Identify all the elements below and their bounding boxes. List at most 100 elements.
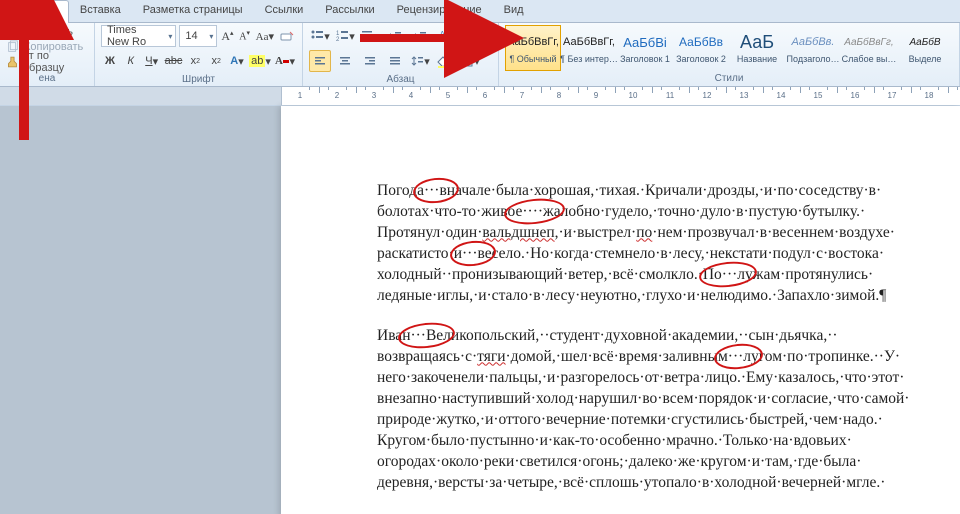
style-name: Подзаголо… [787, 54, 840, 66]
svg-text:Z: Z [440, 37, 445, 43]
group-styles-label: Стили [505, 73, 953, 85]
style-sample: АаБбВі [623, 30, 667, 54]
show-marks-button[interactable]: ¶ [459, 25, 481, 47]
ruler-number: 7 [520, 91, 524, 100]
svg-text:1: 1 [336, 31, 340, 37]
style-sample: АаБбВв. [792, 30, 835, 54]
text: Погод [377, 182, 417, 199]
style-item-0[interactable]: АаБбВвГг,¶ Обычный [505, 25, 561, 71]
tab-layout[interactable]: Разметка страницы [132, 0, 254, 22]
superscript-button[interactable]: x2 [207, 50, 225, 72]
sort-button[interactable]: AZ [434, 25, 456, 47]
tab-home[interactable]: Главная [5, 0, 69, 23]
pilcrow-icon: ¶ [467, 28, 473, 44]
text: ,·и·выстрел· [555, 224, 637, 241]
indent-right-icon [413, 29, 427, 43]
indent-left-icon [388, 29, 402, 43]
text-effects-button[interactable]: A▾ [228, 50, 246, 72]
style-name: Заголовок 1 [620, 54, 670, 66]
cut-label: Вырезать [24, 26, 73, 38]
indent-dec-button[interactable] [384, 25, 406, 47]
tab-view[interactable]: Вид [493, 0, 535, 22]
tab-refs[interactable]: Ссылки [254, 0, 315, 22]
highlight-button[interactable]: ab▾ [249, 50, 271, 72]
font-color-button[interactable]: A▾ [274, 50, 296, 72]
font-size-dropdown[interactable]: 14 [179, 25, 217, 47]
ruler-number: 3 [372, 91, 376, 100]
underline-button[interactable]: Ч▾ [143, 50, 161, 72]
style-item-1[interactable]: АаБбВвГг,¶ Без интер… [561, 25, 617, 71]
ruler-number: 11 [666, 91, 674, 100]
bullets-button[interactable]: ▾ [309, 25, 331, 47]
group-clipboard: Вырезать Копировать ат по образцу ена [0, 23, 95, 86]
format-painter-button[interactable]: ат по образцу [6, 55, 88, 69]
style-item-3[interactable]: АаБбВвЗаголовок 2 [673, 25, 729, 71]
line-spacing-button[interactable]: ▾ [409, 50, 431, 72]
tab-review[interactable]: Рецензирование [386, 0, 493, 22]
style-name: Слабое вы… [842, 54, 897, 66]
group-clipboard-label: ена [6, 73, 88, 85]
font-name-value: Times New Ro [107, 24, 161, 48]
marked-span: м···лу [718, 346, 759, 367]
bucket-icon [435, 54, 449, 68]
align-justify-button[interactable] [384, 50, 406, 72]
strike-button[interactable]: abc [164, 50, 184, 72]
eraser-icon [279, 28, 295, 44]
indent-inc-button[interactable] [409, 25, 431, 47]
style-item-2[interactable]: АаБбВіЗаголовок 1 [617, 25, 673, 71]
shrink-font-button[interactable]: A▾ [238, 25, 252, 47]
ruler-number: 16 [851, 91, 860, 100]
ruler-number: 5 [446, 91, 450, 100]
style-name: ¶ Без интер… [560, 54, 618, 66]
style-name: Заголовок 2 [676, 54, 726, 66]
clear-format-button[interactable] [278, 25, 296, 47]
multilevel-button[interactable]: ▾ [359, 25, 381, 47]
marked-span: и···ве [454, 243, 492, 264]
borders-icon [460, 54, 474, 68]
italic-button[interactable]: К [122, 50, 140, 72]
ruler-horizontal[interactable]: 123456789101112131415161718 [281, 87, 960, 105]
numbering-button[interactable]: 12▾ [334, 25, 356, 47]
ruler-number: 2 [335, 91, 339, 100]
ruler-number: 17 [888, 91, 897, 100]
ruler-number: 15 [814, 91, 823, 100]
style-item-6[interactable]: АаБбВвГг,Слабое вы… [841, 25, 897, 71]
subscript-button[interactable]: x2 [186, 50, 204, 72]
font-name-dropdown[interactable]: Times New Ro [101, 25, 176, 47]
grow-font-button[interactable]: A▴ [220, 25, 234, 47]
ruler[interactable]: 123456789101112131415161718 [0, 87, 960, 106]
align-right-button[interactable] [359, 50, 381, 72]
align-center-button[interactable] [334, 50, 356, 72]
group-font: Times New Ro 14 A▴ A▾ Aa▾ Ж К Ч▾ abc x2 … [95, 23, 303, 86]
style-sample: АаБбВ [909, 30, 940, 54]
wavy-span: тяги [477, 348, 505, 365]
paragraph-2[interactable]: Иван···Великопольский,··студент·духовной… [377, 325, 920, 493]
wavy-span: по [636, 224, 652, 241]
bold-button[interactable]: Ж [101, 50, 119, 72]
style-item-5[interactable]: АаБбВв.Подзаголо… [785, 25, 841, 71]
borders-button[interactable]: ▾ [459, 50, 481, 72]
workspace-gutter [0, 106, 281, 514]
bullets-icon [310, 29, 324, 43]
align-left-button[interactable] [309, 50, 331, 72]
cut-button[interactable]: Вырезать [6, 25, 73, 39]
format-painter-label: ат по образцу [23, 50, 88, 74]
shading-button[interactable]: ▾ [434, 50, 456, 72]
ruler-number: 4 [409, 91, 413, 100]
group-paragraph: ▾ 12▾ ▾ AZ ¶ ▾ ▾ ▾ Абзац [303, 23, 499, 86]
style-item-7[interactable]: АаБбВВыделе [897, 25, 953, 71]
align-justify-icon [388, 54, 402, 68]
style-sample: АаБбВвГг, [844, 30, 893, 54]
copy-icon [6, 40, 20, 54]
change-case-button[interactable]: Aa▾ [255, 25, 275, 47]
tab-insert[interactable]: Вставка [69, 0, 132, 22]
svg-text:2: 2 [336, 37, 340, 43]
ruler-number: 12 [703, 91, 712, 100]
marked-span: а···вн [417, 180, 455, 201]
marked-span: н···Вел [402, 325, 451, 346]
tab-mail[interactable]: Рассылки [314, 0, 385, 22]
paragraph-1[interactable]: Погода···вначале·была·хорошая,·тихая.·Кр… [377, 180, 920, 306]
document-page[interactable]: Погода···вначале·была·хорошая,·тихая.·Кр… [281, 106, 960, 514]
ruler-number: 1 [298, 91, 302, 100]
style-item-4[interactable]: АаБНазвание [729, 25, 785, 71]
